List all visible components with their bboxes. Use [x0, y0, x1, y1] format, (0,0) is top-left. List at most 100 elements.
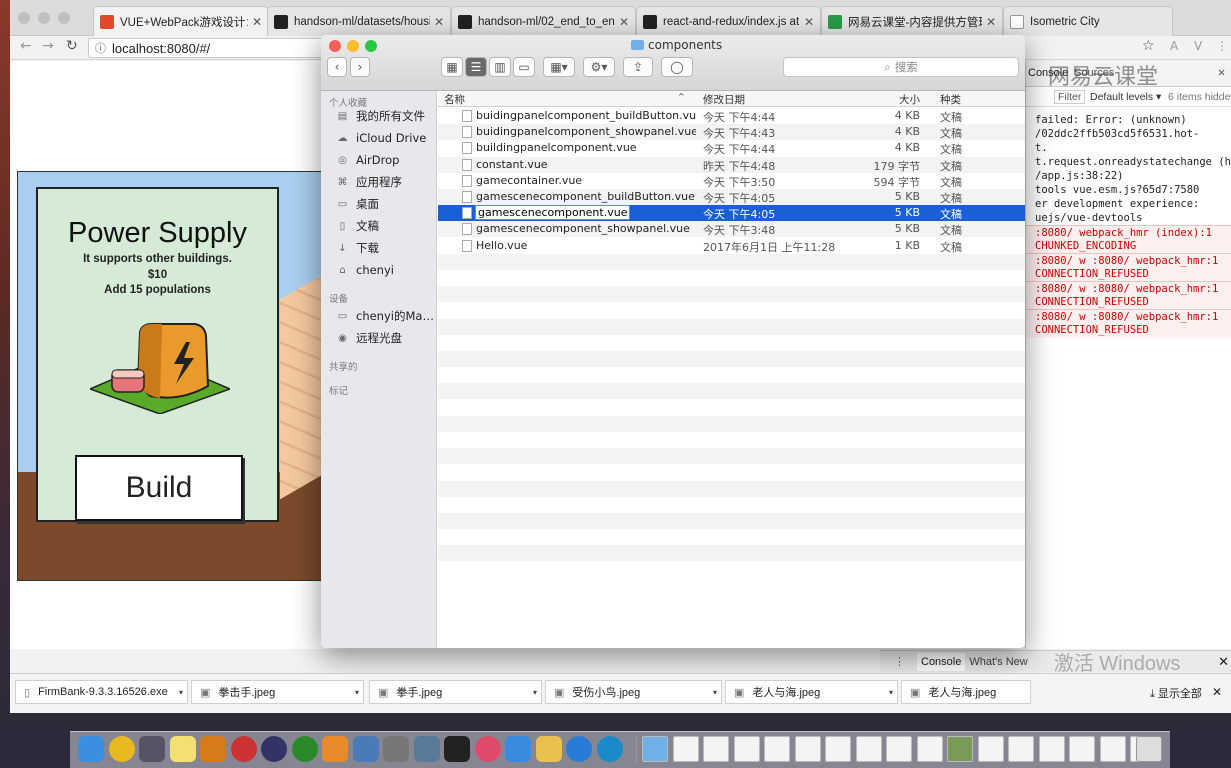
- column-size[interactable]: 大小: [899, 92, 920, 107]
- arrange-button[interactable]: ▦▾: [543, 57, 575, 77]
- browser-tab[interactable]: Isometric City: [1003, 6, 1173, 36]
- show-all-downloads[interactable]: ⤓ 显示全部: [1150, 685, 1202, 701]
- dock-document-thumbnail[interactable]: [642, 736, 668, 762]
- folder-icon[interactable]: [535, 736, 562, 762]
- sidebar-item[interactable]: ▤ 我的所有文件: [335, 106, 425, 126]
- sidebar-item[interactable]: ⌂ chenyi: [335, 260, 394, 280]
- dock-document-thumbnail[interactable]: [794, 736, 821, 762]
- sidebar-item[interactable]: ▯ 文稿: [335, 216, 379, 236]
- stripes-icon[interactable]: [261, 736, 287, 762]
- download-menu-icon[interactable]: ▾: [533, 688, 537, 697]
- dock-document-thumbnail[interactable]: [733, 736, 760, 762]
- books-icon[interactable]: [322, 736, 348, 762]
- download-item[interactable]: ▣ 老人与海.jpeg: [901, 680, 1031, 704]
- drawer-tab-console[interactable]: Console: [917, 652, 966, 671]
- forward-icon[interactable]: →: [42, 38, 54, 54]
- reload-icon[interactable]: ↻: [66, 38, 78, 54]
- chrome-icon[interactable]: [108, 736, 135, 762]
- dock-document-thumbnail[interactable]: [703, 736, 729, 762]
- browser-tab[interactable]: 网易云课堂-内容提供方管理原 ✕: [821, 6, 1003, 36]
- dock-document-thumbnail[interactable]: [1008, 736, 1034, 762]
- music-icon[interactable]: [474, 736, 501, 762]
- file-row[interactable]: buidingpanelcomponent_showpanel.vue 今天 下午…: [438, 124, 1025, 141]
- browser-tab[interactable]: react-and-redux/index.js at ✕: [636, 6, 821, 36]
- browser-tab[interactable]: handson-ml/datasets/housi ✕: [267, 6, 451, 36]
- window-zoom-button[interactable]: [58, 12, 70, 24]
- gallery-view-button[interactable]: ▭: [513, 57, 535, 77]
- browser-tab[interactable]: handson-ml/02_end_to_end ✕: [451, 6, 636, 36]
- angular-ext-icon[interactable]: A: [1170, 39, 1178, 53]
- back-icon[interactable]: ←: [20, 38, 32, 54]
- dock-document-thumbnail[interactable]: [672, 736, 699, 762]
- dock-document-thumbnail[interactable]: [1038, 736, 1065, 762]
- sidebar-device[interactable]: ▭ chenyi的Ma…: [335, 306, 434, 326]
- file-row[interactable]: gamescenecomponent.vue 今天 下午4:05 5 KB 文稿: [438, 205, 1025, 222]
- windows-icon[interactable]: [505, 736, 531, 762]
- file-row[interactable]: Hello.vue 2017年6月1日 上午11:28 1 KB 文稿: [438, 238, 1025, 254]
- back-button[interactable]: ‹: [327, 57, 347, 77]
- vm-icon[interactable]: [413, 736, 440, 762]
- build-button[interactable]: Build: [75, 455, 243, 521]
- dock-document-thumbnail[interactable]: [977, 736, 1004, 762]
- download-item[interactable]: ▯ FirmBank-9.3.3.16526.exe ▾: [15, 680, 188, 704]
- sidebar-item[interactable]: ↓ 下载: [335, 238, 379, 258]
- download-item[interactable]: ▣ 拳手.jpeg ▾: [369, 680, 542, 704]
- download-menu-icon[interactable]: ▾: [889, 688, 893, 697]
- dock-document-thumbnail[interactable]: [855, 736, 882, 762]
- bookmark-star-icon[interactable]: ☆: [1142, 38, 1155, 54]
- devtools-close-icon[interactable]: ✕: [1218, 65, 1225, 79]
- address-bar[interactable]: ⓘ localhost:8080/#/: [88, 38, 348, 58]
- log-levels-dropdown[interactable]: Default levels ▾: [1090, 91, 1161, 103]
- column-view-button[interactable]: ▥: [489, 57, 511, 77]
- download-item[interactable]: ▣ 老人与海.jpeg ▾: [725, 680, 898, 704]
- sidebar-device[interactable]: ◉ 远程光盘: [335, 328, 402, 348]
- dock-document-thumbnail[interactable]: [1069, 736, 1095, 762]
- browser-tab[interactable]: VUE+WebPack游戏设计：欲 ✕: [93, 6, 269, 36]
- tab-close-icon[interactable]: ✕: [986, 15, 996, 29]
- file-row[interactable]: gamescenecomponent_buildButton.vue 今天 下午4…: [438, 189, 1025, 205]
- file-row[interactable]: gamescenecomponent_showpanel.vue 今天 下午3:4…: [438, 221, 1025, 238]
- sidebar-item[interactable]: ▭ 桌面: [335, 194, 379, 214]
- ring-icon[interactable]: [291, 736, 318, 762]
- dock-document-thumbnail[interactable]: [825, 736, 851, 762]
- icon-view-button[interactable]: ▦: [441, 57, 463, 77]
- vue-ext-icon[interactable]: V: [1194, 39, 1202, 53]
- finder-icon[interactable]: [78, 736, 104, 762]
- tab-close-icon[interactable]: ✕: [252, 15, 262, 29]
- finder-close-button[interactable]: [329, 40, 341, 52]
- file-row[interactable]: buildingpanelcomponent.vue 今天 下午4:44 4 KB 文…: [438, 140, 1025, 156]
- column-kind[interactable]: 种类: [940, 92, 961, 107]
- window-close-button[interactable]: [18, 12, 30, 24]
- drawer-menu-icon[interactable]: ⋮: [894, 655, 905, 668]
- file-row[interactable]: constant.vue 昨天 下午4:48 179 字节 文稿: [438, 156, 1025, 173]
- tag-icon[interactable]: ◯: [661, 57, 693, 77]
- window-minimize-button[interactable]: [38, 12, 50, 24]
- download-shelf-close-icon[interactable]: ✕: [1212, 685, 1222, 699]
- dock-document-thumbnail[interactable]: [947, 736, 973, 762]
- column-name[interactable]: 名称: [444, 92, 465, 107]
- file-row[interactable]: gamecontainer.vue 今天 下午3:50 594 字节 文稿: [438, 173, 1025, 189]
- pokeball-icon[interactable]: [230, 736, 257, 762]
- edge-icon[interactable]: [596, 736, 623, 762]
- safari-icon[interactable]: [566, 736, 592, 762]
- terminal-icon[interactable]: [444, 736, 470, 762]
- download-menu-icon[interactable]: ▾: [355, 688, 359, 697]
- download-item[interactable]: ▣ 受伤小鸟.jpeg ▾: [545, 680, 722, 704]
- finder-minimize-button[interactable]: [347, 40, 359, 52]
- drawer-close-icon[interactable]: ✕: [1218, 654, 1229, 670]
- download-menu-icon[interactable]: ▾: [179, 688, 183, 697]
- dock-document-thumbnail[interactable]: [1099, 736, 1126, 762]
- forward-button[interactable]: ›: [350, 57, 370, 77]
- sidebar-item[interactable]: ☁ iCloud Drive: [335, 128, 427, 148]
- sublime-icon[interactable]: [200, 736, 226, 762]
- console-filter-input[interactable]: Filter: [1054, 90, 1086, 104]
- file-row[interactable]: buidingpanelcomponent_buildButton.vue 今天 …: [438, 108, 1025, 124]
- dock-document-thumbnail[interactable]: [916, 736, 943, 762]
- list-view-button[interactable]: ☰: [465, 57, 487, 77]
- preview-icon[interactable]: [352, 736, 379, 762]
- tab-close-icon[interactable]: ✕: [434, 15, 444, 29]
- share-icon[interactable]: ⇪: [623, 57, 653, 77]
- drawer-tab-whats-new[interactable]: What's New: [969, 656, 1027, 668]
- dock-document-thumbnail[interactable]: [764, 736, 790, 762]
- trash-icon[interactable]: [1136, 736, 1162, 762]
